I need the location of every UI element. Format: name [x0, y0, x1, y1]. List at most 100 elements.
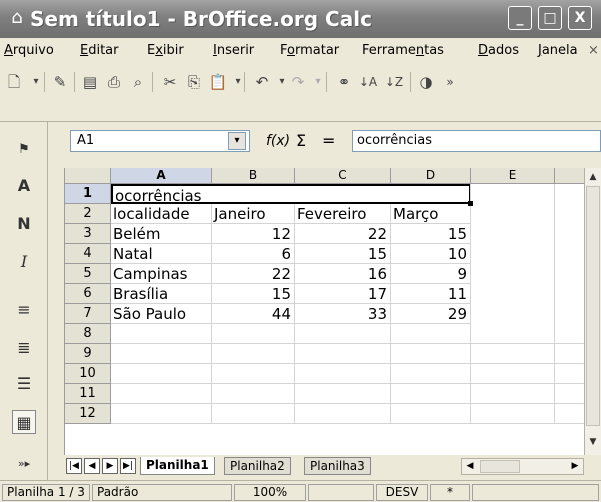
- vertical-scrollbar[interactable]: ▲ ▼: [584, 168, 601, 455]
- function-icon[interactable]: =: [322, 131, 335, 150]
- cell-d3[interactable]: 15: [391, 224, 471, 244]
- copy-icon[interactable]: ⎘: [184, 72, 204, 92]
- styles-icon[interactable]: ⚑: [12, 138, 36, 162]
- cell-a2[interactable]: localidade: [111, 204, 212, 224]
- paste-dropdown-icon[interactable]: ▾: [228, 72, 248, 92]
- column-header-d[interactable]: D: [391, 168, 471, 184]
- cell-b5[interactable]: 22: [212, 264, 295, 284]
- scroll-left-icon[interactable]: ◀: [463, 459, 477, 474]
- minimize-button[interactable]: _: [508, 6, 532, 30]
- previous-sheet-icon[interactable]: ◀: [84, 458, 100, 474]
- italic-icon[interactable]: I: [12, 250, 36, 274]
- tab-planilha2[interactable]: Planilha2: [224, 457, 291, 475]
- redo-dropdown-icon[interactable]: ▾: [308, 72, 328, 92]
- status-selection-mode[interactable]: DESV: [376, 484, 428, 501]
- scroll-down-icon[interactable]: ▼: [586, 434, 600, 450]
- align-center-icon[interactable]: ≣: [12, 336, 36, 360]
- print-icon[interactable]: ⎙: [104, 72, 124, 92]
- font-name-icon[interactable]: A: [12, 174, 36, 198]
- function-wizard-icon[interactable]: f(x): [266, 133, 290, 149]
- spreadsheet-grid[interactable]: A B C D E 1 ocorrências 2 localidade Jan…: [64, 168, 584, 455]
- row-header[interactable]: 11: [65, 384, 111, 404]
- cell-c6[interactable]: 17: [295, 284, 391, 304]
- select-all-corner[interactable]: [65, 168, 111, 184]
- cell-c7[interactable]: 33: [295, 304, 391, 324]
- row-header[interactable]: 6: [65, 284, 111, 304]
- row-header[interactable]: 9: [65, 344, 111, 364]
- menu-arquivo[interactable]: Arquivo: [4, 43, 54, 58]
- scroll-up-icon[interactable]: ▲: [586, 169, 600, 185]
- empty-cells[interactable]: [111, 324, 584, 424]
- align-right-icon[interactable]: ☰: [12, 372, 36, 396]
- menu-inserir[interactable]: Inserir: [213, 43, 254, 58]
- cell-d4[interactable]: 10: [391, 244, 471, 264]
- row-header[interactable]: 2: [65, 204, 111, 224]
- cell-d5[interactable]: 9: [391, 264, 471, 284]
- bold-icon[interactable]: N: [12, 212, 36, 236]
- cell-d2[interactable]: Março: [391, 204, 471, 224]
- status-page-style[interactable]: Padrão: [92, 484, 232, 501]
- column-header-e[interactable]: E: [471, 168, 555, 184]
- tab-planilha1[interactable]: Planilha1: [140, 457, 215, 475]
- merge-cells-icon[interactable]: ▦: [12, 410, 36, 434]
- first-sheet-icon[interactable]: |◀: [66, 458, 82, 474]
- cell-c4[interactable]: 15: [295, 244, 391, 264]
- export-pdf-icon[interactable]: ▤: [80, 72, 100, 92]
- cell-a1[interactable]: ocorrências: [111, 184, 471, 204]
- cell-b3[interactable]: 12: [212, 224, 295, 244]
- cell-d6[interactable]: 11: [391, 284, 471, 304]
- last-sheet-icon[interactable]: ▶|: [120, 458, 136, 474]
- name-box-dropdown-icon[interactable]: ▾: [228, 132, 246, 150]
- row-header[interactable]: 8: [65, 324, 111, 344]
- fill-handle[interactable]: [468, 201, 473, 206]
- horizontal-scroll-thumb[interactable]: [480, 460, 520, 473]
- redo-icon[interactable]: ↷: [288, 72, 308, 92]
- row-header[interactable]: 7: [65, 304, 111, 324]
- cell-b4[interactable]: 6: [212, 244, 295, 264]
- menu-formatar[interactable]: Formatar: [280, 43, 339, 58]
- align-left-icon[interactable]: ≡: [12, 298, 36, 322]
- paste-icon[interactable]: 📋: [208, 72, 228, 92]
- cell-a3[interactable]: Belém: [111, 224, 212, 244]
- new-dropdown-icon[interactable]: ▾: [26, 72, 46, 92]
- row-header[interactable]: 4: [65, 244, 111, 264]
- menu-ferramentas[interactable]: Ferramentas: [362, 43, 444, 58]
- row-header[interactable]: 12: [65, 404, 111, 424]
- cut-icon[interactable]: ✂: [160, 72, 180, 92]
- toolbar-overflow-icon[interactable]: »▸: [12, 452, 36, 476]
- toolbar-overflow-icon[interactable]: »: [440, 72, 460, 92]
- tab-planilha3[interactable]: Planilha3: [304, 457, 371, 475]
- cell-b6[interactable]: 15: [212, 284, 295, 304]
- menu-janela[interactable]: Janela: [538, 43, 578, 58]
- row-header[interactable]: 10: [65, 364, 111, 384]
- cell-d7[interactable]: 29: [391, 304, 471, 324]
- scroll-right-icon[interactable]: ▶: [568, 459, 582, 474]
- cell-c5[interactable]: 16: [295, 264, 391, 284]
- column-header-b[interactable]: B: [212, 168, 295, 184]
- chart-icon[interactable]: ◑: [416, 72, 436, 92]
- undo-icon[interactable]: ↶: [252, 72, 272, 92]
- cell-b2[interactable]: Janeiro: [212, 204, 295, 224]
- cell-a6[interactable]: Brasília: [111, 284, 212, 304]
- maximize-button[interactable]: □: [538, 6, 562, 30]
- menu-close-icon[interactable]: ×: [588, 43, 599, 58]
- cell-a5[interactable]: Campinas: [111, 264, 212, 284]
- cell-c2[interactable]: Fevereiro: [295, 204, 391, 224]
- sort-ascending-icon[interactable]: ↓A: [358, 72, 378, 92]
- row-header[interactable]: 5: [65, 264, 111, 284]
- cell-c3[interactable]: 22: [295, 224, 391, 244]
- edit-file-icon[interactable]: ✎: [50, 72, 70, 92]
- row-header[interactable]: 1: [65, 184, 111, 204]
- sum-icon[interactable]: Σ: [296, 131, 306, 150]
- menu-editar[interactable]: Editar: [80, 43, 119, 58]
- vertical-scroll-thumb[interactable]: [586, 186, 600, 426]
- row-header[interactable]: 3: [65, 224, 111, 244]
- close-button[interactable]: X: [568, 6, 592, 30]
- new-document-icon[interactable]: 🗋: [4, 72, 24, 92]
- sort-descending-icon[interactable]: ↓Z: [384, 72, 404, 92]
- hyperlink-icon[interactable]: ⚭: [334, 72, 354, 92]
- cell-b7[interactable]: 44: [212, 304, 295, 324]
- column-header-c[interactable]: C: [295, 168, 391, 184]
- cell-a4[interactable]: Natal: [111, 244, 212, 264]
- status-zoom[interactable]: 100%: [234, 484, 306, 501]
